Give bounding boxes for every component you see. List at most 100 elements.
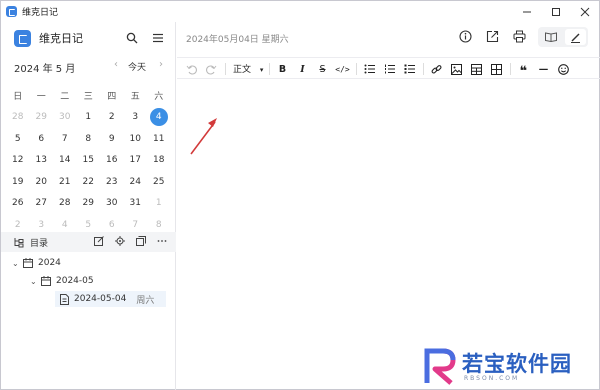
- task-list-button[interactable]: [401, 61, 418, 77]
- calendar-day[interactable]: 20: [30, 177, 54, 187]
- calendar-day[interactable]: 28: [6, 112, 30, 122]
- calendar-day[interactable]: 3: [30, 220, 54, 230]
- calendar-day-number: 29: [82, 198, 94, 209]
- calendar-day[interactable]: 19: [6, 177, 30, 187]
- calendar-day-selected[interactable]: 4: [147, 108, 171, 127]
- tree-entry-node[interactable]: 2024-05-04 周六: [55, 291, 166, 307]
- italic-button[interactable]: I: [294, 61, 311, 77]
- emoji-button[interactable]: [555, 61, 572, 77]
- calendar-day[interactable]: 11: [147, 134, 171, 144]
- edit-mode-button[interactable]: [565, 29, 586, 45]
- calendar-day[interactable]: 29: [30, 112, 54, 122]
- redo-button[interactable]: [203, 61, 220, 77]
- calendar-day[interactable]: 29: [77, 198, 101, 208]
- table-button[interactable]: [468, 61, 485, 77]
- calendar-day[interactable]: 17: [124, 155, 148, 165]
- calendar-day[interactable]: 24: [124, 177, 148, 187]
- calendar-day-number: 5: [14, 133, 21, 144]
- calendar-day[interactable]: 2: [100, 112, 124, 122]
- calendar-day[interactable]: 7: [53, 134, 77, 144]
- calendar-day-number: 25: [153, 176, 165, 187]
- ordered-list-button[interactable]: [381, 61, 398, 77]
- calendar-day-number: 3: [132, 112, 139, 123]
- link-button[interactable]: [428, 61, 445, 77]
- minimize-button[interactable]: [512, 1, 541, 22]
- calendar-day[interactable]: 30: [100, 198, 124, 208]
- strikethrough-button[interactable]: S: [314, 61, 331, 77]
- link-icon: [431, 64, 442, 74]
- paragraph-style-select[interactable]: 正文 ▾: [233, 62, 263, 75]
- locate-button[interactable]: [114, 235, 126, 247]
- maximize-button[interactable]: [541, 1, 570, 22]
- calendar-day[interactable]: 26: [6, 198, 30, 208]
- tree-year-node[interactable]: ⌄ 2024: [12, 256, 61, 270]
- calendar-day[interactable]: 18: [147, 155, 171, 165]
- calendar-day[interactable]: 31: [124, 198, 148, 208]
- tree-entry-weekday: 周六: [136, 295, 155, 306]
- calendar-day[interactable]: 6: [30, 134, 54, 144]
- close-button[interactable]: [570, 1, 599, 22]
- calendar-day[interactable]: 6: [100, 220, 124, 230]
- horizontal-rule-button[interactable]: —: [535, 61, 552, 77]
- editor-content[interactable]: [177, 80, 600, 390]
- print-button[interactable]: [512, 29, 527, 44]
- redo-icon: [206, 65, 217, 74]
- next-month-icon[interactable]: ›: [159, 59, 163, 70]
- calendar-day[interactable]: 27: [30, 198, 54, 208]
- calendar-day[interactable]: 14: [53, 155, 77, 165]
- page-title: 2024年05月04日 星期六: [186, 35, 289, 45]
- inline-code-button[interactable]: </>: [334, 61, 351, 77]
- calendar-day-number: 16: [106, 155, 118, 166]
- calendar-day[interactable]: 23: [100, 177, 124, 187]
- tree-month-label: 2024-05: [56, 276, 94, 286]
- calendar-day[interactable]: 28: [53, 198, 77, 208]
- calendar-day[interactable]: 8: [147, 220, 171, 230]
- calendar-day[interactable]: 4: [53, 220, 77, 230]
- calendar-day-number: 19: [12, 176, 24, 187]
- calendar-day[interactable]: 3: [124, 112, 148, 122]
- calendar-day[interactable]: 21: [53, 177, 77, 187]
- calendar-day-number: 9: [108, 133, 115, 144]
- menu-button[interactable]: [151, 31, 165, 45]
- calendar-day[interactable]: 25: [147, 177, 171, 187]
- bullet-list-button[interactable]: [361, 61, 378, 77]
- calendar-day[interactable]: 7: [124, 220, 148, 230]
- weekday-label: 五: [130, 92, 140, 103]
- calendar-day[interactable]: 22: [77, 177, 101, 187]
- calendar-day-number: 3: [38, 219, 45, 230]
- quote-button[interactable]: ❝: [515, 61, 532, 79]
- grid-button[interactable]: [488, 61, 505, 77]
- undo-button[interactable]: [183, 61, 200, 77]
- info-button[interactable]: [458, 29, 473, 44]
- new-entry-button[interactable]: [93, 235, 105, 247]
- tree-month-node[interactable]: ⌄ 2024-05: [30, 274, 94, 288]
- bold-button[interactable]: B: [274, 61, 291, 77]
- more-button[interactable]: [156, 235, 168, 247]
- today-button[interactable]: 今天: [128, 60, 146, 73]
- prev-month-icon[interactable]: ‹: [114, 59, 118, 70]
- calendar-day-number: 18: [153, 155, 165, 166]
- calendar-day[interactable]: 13: [30, 155, 54, 165]
- calendar-day[interactable]: 15: [77, 155, 101, 165]
- calendar-day[interactable]: 5: [6, 134, 30, 144]
- calendar-day[interactable]: 8: [77, 134, 101, 144]
- calendar-day[interactable]: 1: [77, 112, 101, 122]
- month-navigation: 2024 年 5 月 ‹ 今天 ›: [1, 57, 176, 77]
- search-button[interactable]: [125, 31, 139, 45]
- calendar-day[interactable]: 10: [124, 134, 148, 144]
- locate-icon: [115, 236, 125, 246]
- read-mode-button[interactable]: [538, 27, 563, 47]
- calendar-day-number: 7: [132, 219, 139, 230]
- export-button[interactable]: [485, 29, 500, 44]
- calendar-day[interactable]: 1: [147, 198, 171, 208]
- calendar-day[interactable]: 12: [6, 155, 30, 165]
- toolbar-separator: [510, 63, 511, 75]
- calendar-day[interactable]: 9: [100, 134, 124, 144]
- calendar-day[interactable]: 16: [100, 155, 124, 165]
- calendar-day[interactable]: 5: [77, 220, 101, 230]
- calendar-day[interactable]: 2: [6, 220, 30, 230]
- collapse-all-button[interactable]: [135, 235, 147, 247]
- image-button[interactable]: [448, 61, 465, 77]
- calendar-day[interactable]: 30: [53, 112, 77, 122]
- calendar-day-number: 17: [129, 155, 141, 166]
